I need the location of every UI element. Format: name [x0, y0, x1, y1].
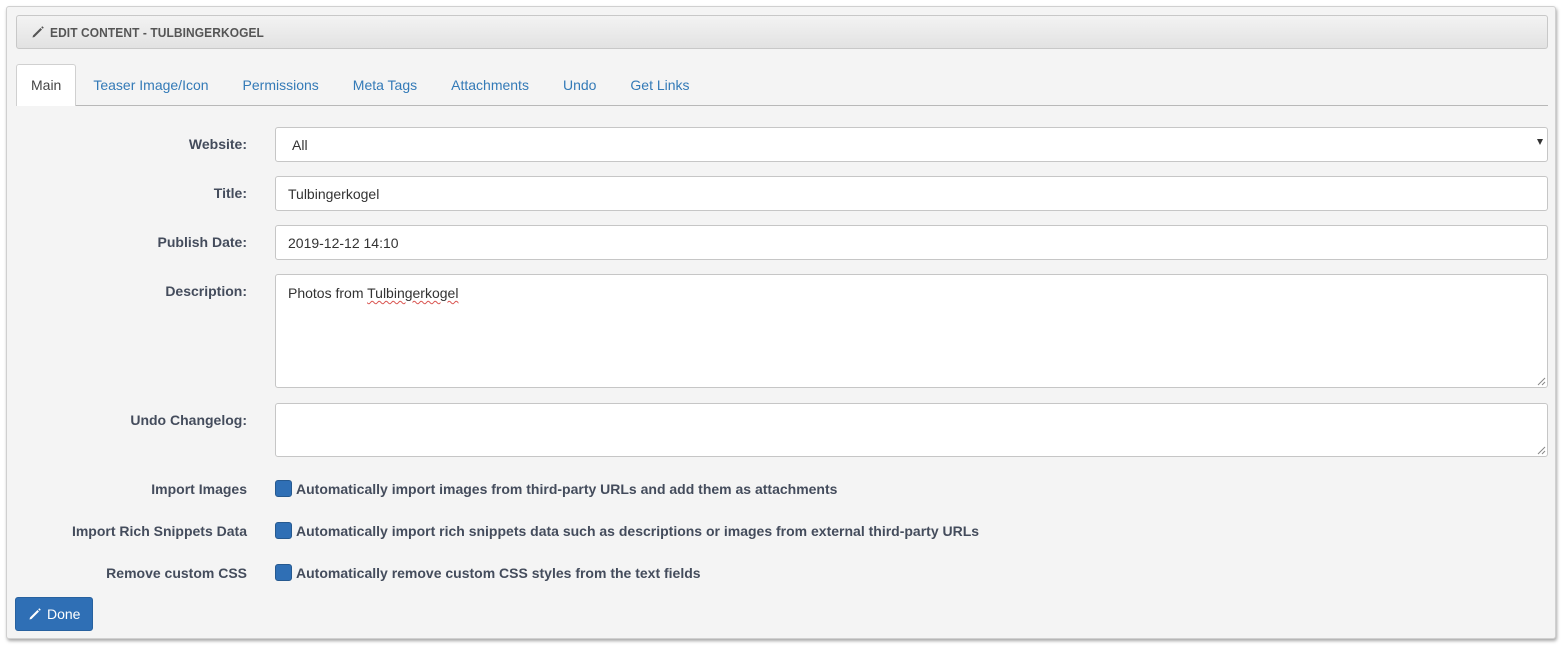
import-snippets-checkbox[interactable] — [275, 522, 292, 539]
tab-main[interactable]: Main — [16, 64, 77, 106]
panel-title: EDIT CONTENT - TULBINGERKOGEL — [50, 24, 264, 40]
tab-permissions[interactable]: Permissions — [226, 65, 336, 105]
tab-teaser-image-icon[interactable]: Teaser Image/Icon — [76, 65, 225, 105]
tab-attachments[interactable]: Attachments — [434, 65, 546, 105]
chevron-down-icon — [1537, 139, 1543, 145]
remove-css-label: Remove custom CSS — [106, 565, 247, 581]
title-label: Title: — [213, 185, 247, 201]
done-button[interactable]: Done — [15, 597, 94, 631]
tab-bar: Main Teaser Image/Icon Permissions Meta … — [16, 64, 1548, 106]
website-label: Website: — [188, 136, 247, 152]
pencil-icon — [31, 25, 45, 39]
description-label: Description: — [165, 283, 247, 299]
import-images-checkbox[interactable] — [275, 480, 292, 497]
website-select-value: All — [292, 136, 308, 153]
description-text-misspelled: Tulbingerkogel — [367, 285, 459, 301]
import-images-row: Import Images Automatically import image… — [7, 480, 1557, 500]
import-snippets-label: Import Rich Snippets Data — [71, 523, 247, 539]
publish-date-input[interactable]: 2019-12-12 14:10 — [275, 225, 1548, 260]
tab-meta-tags[interactable]: Meta Tags — [336, 65, 434, 105]
description-text-prefix: Photos from — [288, 285, 368, 301]
publish-date-value: 2019-12-12 14:10 — [288, 234, 399, 251]
undo-changelog-label: Undo Changelog: — [130, 412, 247, 428]
remove-css-text: Automatically remove custom CSS styles f… — [296, 565, 701, 581]
title-input-value: Tulbingerkogel — [288, 185, 380, 202]
description-textarea[interactable]: Photos from Tulbingerkogel — [275, 274, 1548, 388]
import-snippets-row: Import Rich Snippets Data Automatically … — [7, 522, 1557, 542]
import-images-label: Import Images — [151, 481, 247, 497]
undo-changelog-textarea[interactable] — [275, 403, 1548, 457]
import-snippets-text: Automatically import rich snippets data … — [296, 523, 980, 539]
edit-content-panel: EDIT CONTENT - TULBINGERKOGEL Main Tease… — [6, 6, 1556, 639]
title-input[interactable]: Tulbingerkogel — [275, 176, 1548, 211]
import-images-text: Automatically import images from third-p… — [296, 481, 838, 497]
resize-handle-icon[interactable] — [1537, 446, 1546, 455]
pencil-icon — [29, 608, 41, 620]
done-button-label: Done — [47, 606, 81, 622]
remove-css-row: Remove custom CSS Automatically remove c… — [7, 564, 1557, 584]
publish-date-label: Publish Date: — [157, 234, 247, 250]
resize-handle-icon[interactable] — [1537, 377, 1546, 386]
tab-undo[interactable]: Undo — [546, 65, 613, 105]
panel-header: EDIT CONTENT - TULBINGERKOGEL — [16, 15, 1548, 49]
tab-get-links[interactable]: Get Links — [613, 65, 706, 105]
remove-css-checkbox[interactable] — [275, 564, 292, 581]
website-select[interactable]: All — [275, 127, 1548, 162]
